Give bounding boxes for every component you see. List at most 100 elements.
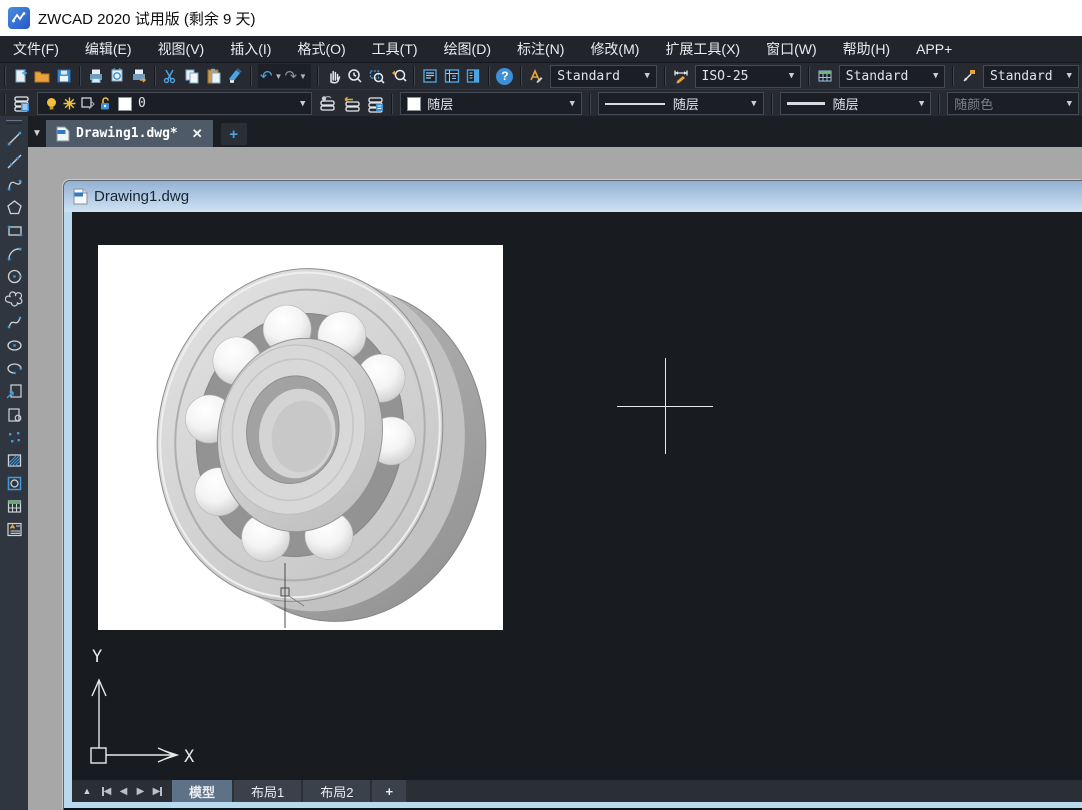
table-tool-icon[interactable] <box>1 495 27 518</box>
make-layer-current-icon[interactable] <box>316 93 338 115</box>
new-drawing-tab-button[interactable]: + <box>221 123 247 145</box>
ellipse-arc-tool-icon[interactable] <box>1 357 27 380</box>
table-style-dropdown[interactable]: Standard ▼ <box>839 65 946 88</box>
document-titlebar[interactable]: Drawing1.dwg <box>64 181 1082 212</box>
menu-draw[interactable]: 绘图(D) <box>431 36 504 62</box>
menu-app-plus[interactable]: APP+ <box>903 36 965 62</box>
layer-states-icon[interactable] <box>364 93 386 115</box>
layer-color-swatch <box>118 97 132 111</box>
table-style-icon[interactable] <box>815 65 835 87</box>
multileader-style-dropdown[interactable]: Standard ▼ <box>983 65 1079 88</box>
layer-unlock-icon[interactable] <box>98 96 113 111</box>
color-dropdown[interactable]: 随层 ▼ <box>400 92 582 115</box>
tab-layout2[interactable]: 布局2 <box>303 780 370 802</box>
menu-express-tools[interactable]: 扩展工具(X) <box>652 36 753 62</box>
print-icon[interactable] <box>86 65 106 87</box>
ellipse-tool-icon[interactable] <box>1 334 27 357</box>
copy-icon[interactable] <box>182 65 202 87</box>
menu-insert[interactable]: 插入(I) <box>217 36 284 62</box>
crosshair-vertical <box>665 358 666 454</box>
layer-thaw-sun-icon[interactable] <box>62 96 77 111</box>
print-preview-icon[interactable] <box>107 65 127 87</box>
toolbar-grip[interactable] <box>6 120 22 124</box>
tab-model[interactable]: 模型 <box>172 780 232 802</box>
match-properties-icon[interactable] <box>225 65 245 87</box>
menu-edit[interactable]: 编辑(E) <box>72 36 145 62</box>
drawing-canvas[interactable]: Y X <box>72 212 1082 780</box>
last-layout-button[interactable]: ▶ <box>149 782 166 800</box>
menu-format[interactable]: 格式(O) <box>284 36 358 62</box>
layer-plot-icon[interactable] <box>80 96 95 111</box>
gradient-tool-icon[interactable] <box>1 472 27 495</box>
circle-tool-icon[interactable] <box>1 265 27 288</box>
menu-view[interactable]: 视图(V) <box>145 36 218 62</box>
color-swatch <box>407 97 421 111</box>
expand-up-icon[interactable]: ▲ <box>76 782 98 800</box>
cut-icon[interactable] <box>161 65 181 87</box>
ray-tool-icon[interactable] <box>1 150 27 173</box>
zoom-previous-icon[interactable] <box>389 65 409 87</box>
new-file-icon[interactable] <box>11 65 31 87</box>
previous-layout-button[interactable]: ◀ <box>115 782 132 800</box>
menu-file[interactable]: 文件(F) <box>0 36 72 62</box>
bearing-raster-image[interactable] <box>98 245 503 630</box>
polyline-tool-icon[interactable] <box>1 173 27 196</box>
layer-manager-icon[interactable] <box>11 93 33 115</box>
zoom-window-icon[interactable] <box>367 65 387 87</box>
multileader-style-icon[interactable] <box>959 65 979 87</box>
zoom-realtime-icon[interactable] <box>346 65 366 87</box>
properties-palette-icon[interactable] <box>420 65 440 87</box>
insert-block-tool-icon[interactable] <box>1 380 27 403</box>
next-layout-button[interactable]: ▶ <box>132 782 149 800</box>
file-tab-list-dropdown-icon[interactable]: ▼ <box>28 120 46 147</box>
menu-modify[interactable]: 修改(M) <box>577 36 652 62</box>
menu-dimension[interactable]: 标注(N) <box>504 36 577 62</box>
dimension-style-icon[interactable] <box>671 65 691 87</box>
line-tool-icon[interactable] <box>1 127 27 150</box>
table-style-value: Standard <box>846 69 909 84</box>
undo-button[interactable]: ↶ <box>260 69 273 84</box>
help-icon[interactable]: ? <box>495 65 515 87</box>
open-file-icon[interactable] <box>33 65 53 87</box>
design-center-icon[interactable] <box>442 65 462 87</box>
toolbar-separator <box>250 66 252 86</box>
plot-export-icon[interactable] <box>129 65 149 87</box>
layer-on-bulb-icon[interactable] <box>44 96 59 111</box>
first-layout-button[interactable]: ◀ <box>98 782 115 800</box>
layer-previous-icon[interactable] <box>340 93 362 115</box>
make-block-tool-icon[interactable] <box>1 403 27 426</box>
tab-layout1[interactable]: 布局1 <box>234 780 301 802</box>
dimension-style-dropdown[interactable]: ISO-25 ▼ <box>695 65 802 88</box>
menu-window[interactable]: 窗口(W) <box>753 36 830 62</box>
toolbar-separator <box>79 66 81 86</box>
arc-tool-icon[interactable] <box>1 242 27 265</box>
layer-dropdown[interactable]: 0 ▼ <box>37 92 312 115</box>
close-tab-icon[interactable]: ✕ <box>192 126 203 142</box>
revision-cloud-tool-icon[interactable] <box>1 288 27 311</box>
save-icon[interactable] <box>54 65 74 87</box>
text-style-dropdown[interactable]: Standard ▼ <box>550 65 657 88</box>
document-window[interactable]: Drawing1.dwg <box>63 180 1082 810</box>
redo-dropdown-icon[interactable]: ▼ <box>299 72 307 81</box>
polygon-tool-icon[interactable] <box>1 196 27 219</box>
menu-tools[interactable]: 工具(T) <box>359 36 431 62</box>
point-tool-icon[interactable] <box>1 426 27 449</box>
pan-icon[interactable] <box>324 65 344 87</box>
hatch-tool-icon[interactable] <box>1 449 27 472</box>
redo-button[interactable]: ↷ <box>284 69 297 84</box>
menu-help[interactable]: 帮助(H) <box>830 36 903 62</box>
linetype-dropdown[interactable]: 随层 ▼ <box>598 92 764 115</box>
undo-dropdown-icon[interactable]: ▼ <box>275 72 283 81</box>
paste-icon[interactable] <box>204 65 224 87</box>
file-tab-active[interactable]: Drawing1.dwg* ✕ <box>46 120 213 147</box>
lineweight-dropdown[interactable]: 随层 ▼ <box>780 92 932 115</box>
ucs-icon: Y X <box>74 640 209 775</box>
mtext-tool-icon[interactable] <box>1 518 27 541</box>
toolbar-separator <box>771 94 773 114</box>
rectangle-tool-icon[interactable] <box>1 219 27 242</box>
spline-tool-icon[interactable] <box>1 311 27 334</box>
plot-style-dropdown[interactable]: 随颜色 ▼ <box>947 92 1079 115</box>
tool-palettes-icon[interactable] <box>464 65 484 87</box>
add-layout-button[interactable]: + <box>372 780 406 802</box>
text-style-icon[interactable] <box>527 65 547 87</box>
